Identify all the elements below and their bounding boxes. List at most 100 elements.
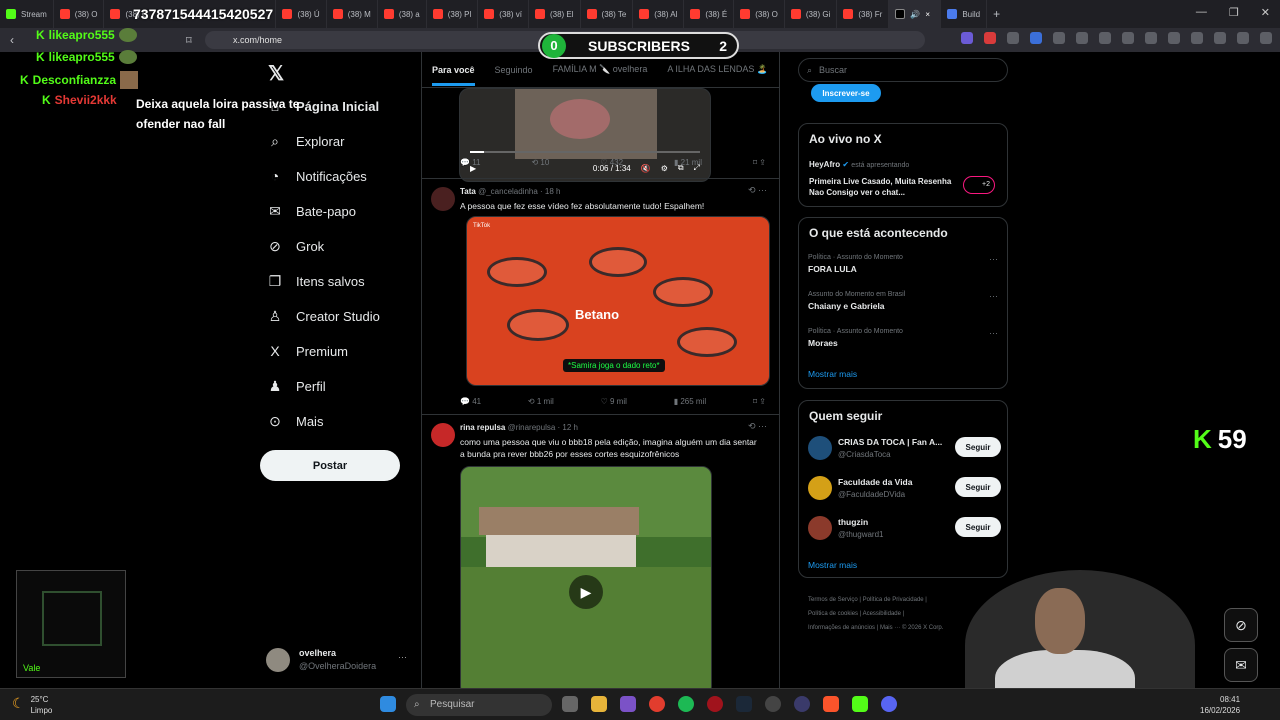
reply-button[interactable]: 💬 41 [460,397,481,406]
grok-fab-button[interactable]: ⊘ [1224,608,1258,642]
steam-icon[interactable] [736,696,752,712]
follow-suggestion[interactable]: thugzin @thugward1 Seguir [808,516,1001,546]
avatar[interactable] [431,423,455,447]
follow-button[interactable]: Seguir [955,437,1001,457]
show-more-trends[interactable]: Mostrar mais [808,369,857,379]
more-dots-icon[interactable]: ··· [989,254,998,264]
windows-start-icon[interactable] [380,696,396,712]
extension-icon[interactable] [1099,32,1111,44]
weather-widget[interactable]: ☾ 25°C Limpo [12,695,52,715]
extension-icon[interactable] [984,32,996,44]
tweet-video[interactable]: ▶ [460,466,712,688]
browser-tab-active[interactable]: 🔊 × [889,0,942,28]
obs-icon[interactable] [765,696,781,712]
browser-tab[interactable]: (38) a [378,0,427,28]
kick-icon[interactable] [852,696,868,712]
discord-icon[interactable] [881,696,897,712]
browser-tab[interactable]: (38) Al [633,0,685,28]
like-button[interactable]: ♡ 432 [600,158,623,167]
file-explorer-icon[interactable] [591,696,607,712]
minimize-icon[interactable]: — [1196,6,1207,19]
shield-icon[interactable] [1237,32,1249,44]
trend-item[interactable]: Política · Assunto do Momento Moraes ··· [808,328,998,348]
nav-chat[interactable]: ✉ Bate-papo [268,203,356,220]
more-dots-icon[interactable]: ··· [398,652,407,662]
search-input[interactable]: ⌕ Buscar [798,58,1008,82]
views-button[interactable]: ▮ 21 mil [674,158,702,167]
nav-premium[interactable]: X Premium [268,343,348,359]
extension-icon[interactable] [961,32,973,44]
sidebar-icon[interactable] [1145,32,1157,44]
tab-list-ilha[interactable]: A ILHA DAS LENDAS 🏝️ [667,64,768,75]
browser-tab[interactable]: (38) O [54,0,105,28]
follow-button[interactable]: Seguir [955,477,1001,497]
live-space-link[interactable]: Primeira Live Casado, Muita Resenha Nao … [809,176,959,198]
nav-profile[interactable]: ♟ Perfil [268,378,326,395]
taskbar-search[interactable]: ⌕ Pesquisar [406,694,552,716]
close-tab-icon[interactable]: × [925,10,930,19]
menu-icon[interactable] [1260,32,1272,44]
tweet[interactable]: Tata @_canceladinha · 18 h ⟲ ··· A pesso… [422,178,779,414]
extension-icon[interactable] [1076,32,1088,44]
browser-tab[interactable]: Build [941,0,988,28]
subscribe-button[interactable]: Inscrever-se [811,84,881,102]
browser-tab[interactable]: (38) El [529,0,581,28]
new-tab-button[interactable]: + [987,0,1006,28]
opera-icon[interactable] [707,696,723,712]
nav-more[interactable]: ⊙ Mais [268,413,323,430]
more-dots-icon[interactable]: ⟲ ··· [748,421,767,432]
browser-tab[interactable]: (38) M [327,0,378,28]
views-button[interactable]: ▮ 265 mil [674,397,706,406]
chrome-icon[interactable] [649,696,665,712]
wallet-icon[interactable] [1168,32,1180,44]
nav-grok[interactable]: ⊘ Grok [268,238,324,255]
trend-item[interactable]: Assunto do Momento em Brasil Chaiany e G… [808,291,998,311]
browser-tab[interactable]: Stream [0,0,54,28]
tab-list-familia[interactable]: FAMÍLIA M 🔪 ovelhera [553,64,648,75]
bookmark-button[interactable]: ⌑ ⇪ [753,158,766,167]
bookmark-button[interactable]: ⌑ ⇪ [753,397,766,406]
repost-button[interactable]: ⟲ 10 [531,158,549,167]
browser-tab[interactable]: (38) Te [581,0,634,28]
show-more-follows[interactable]: Mostrar mais [808,560,857,570]
brave-icon[interactable] [823,696,839,712]
follow-suggestion[interactable]: CRIAS DA TOCA | Fan A... @CriasdaToca Se… [808,436,1001,466]
video-progress-bar[interactable] [470,151,700,153]
browser-tab[interactable]: (38) Ú [276,0,327,28]
extension-icon[interactable] [1030,32,1042,44]
browser-tab[interactable]: (38) ví [478,0,529,28]
browser-tab[interactable]: (38) O [734,0,785,28]
messages-fab-button[interactable]: ✉ [1224,648,1258,682]
video-player[interactable]: ▶ 0:06 / 1:34 🔇 ⚙ ⧉ ⤢ [459,88,711,182]
account-switcher[interactable]: ovelhera @OvelheraDoidera ··· [266,648,407,672]
repost-button[interactable]: ⟲ 1 mil [528,397,554,406]
more-dots-icon[interactable]: ⟲ ··· [748,185,767,196]
vpn-icon[interactable] [1191,32,1203,44]
follow-button[interactable]: Seguir [955,517,1001,537]
nav-bookmarks[interactable]: ❐ Itens salvos [268,273,365,290]
system-clock[interactable]: 08:41 16/02/2026 [1200,694,1240,716]
leo-icon[interactable] [1214,32,1226,44]
follow-suggestion[interactable]: Faculdade da Vida @FaculdadeDVida Seguir [808,476,1001,506]
nav-creator-studio[interactable]: ♙ Creator Studio [268,308,380,325]
maximize-icon[interactable]: ❐ [1229,6,1239,19]
tab-following[interactable]: Seguindo [495,65,533,75]
browser-tab[interactable]: (38) Gi [785,0,838,28]
more-dots-icon[interactable]: ··· [989,328,998,338]
browser-tab[interactable]: (38) É [684,0,735,28]
app-grid-icon[interactable] [620,696,636,712]
live-listeners-badge[interactable]: +2 [963,176,995,194]
close-window-icon[interactable]: ✕ [1261,6,1270,19]
browser-tab[interactable]: (38) Pl [427,0,479,28]
trend-item[interactable]: Política · Assunto do Momento FORA LULA … [808,254,998,274]
like-button[interactable]: ♡ 9 mil [601,397,627,406]
tweet-video[interactable]: TikTok Betano *Samira joga o dado reto* [466,216,770,386]
app-icon[interactable] [794,696,810,712]
task-view-icon[interactable] [562,696,578,712]
more-dots-icon[interactable]: ··· [989,291,998,301]
music-icon[interactable] [1122,32,1134,44]
tab-for-you[interactable]: Para você [432,65,475,86]
reply-button[interactable]: 💬 11 [460,158,481,167]
extension-icon[interactable] [1007,32,1019,44]
spotify-icon[interactable] [678,696,694,712]
